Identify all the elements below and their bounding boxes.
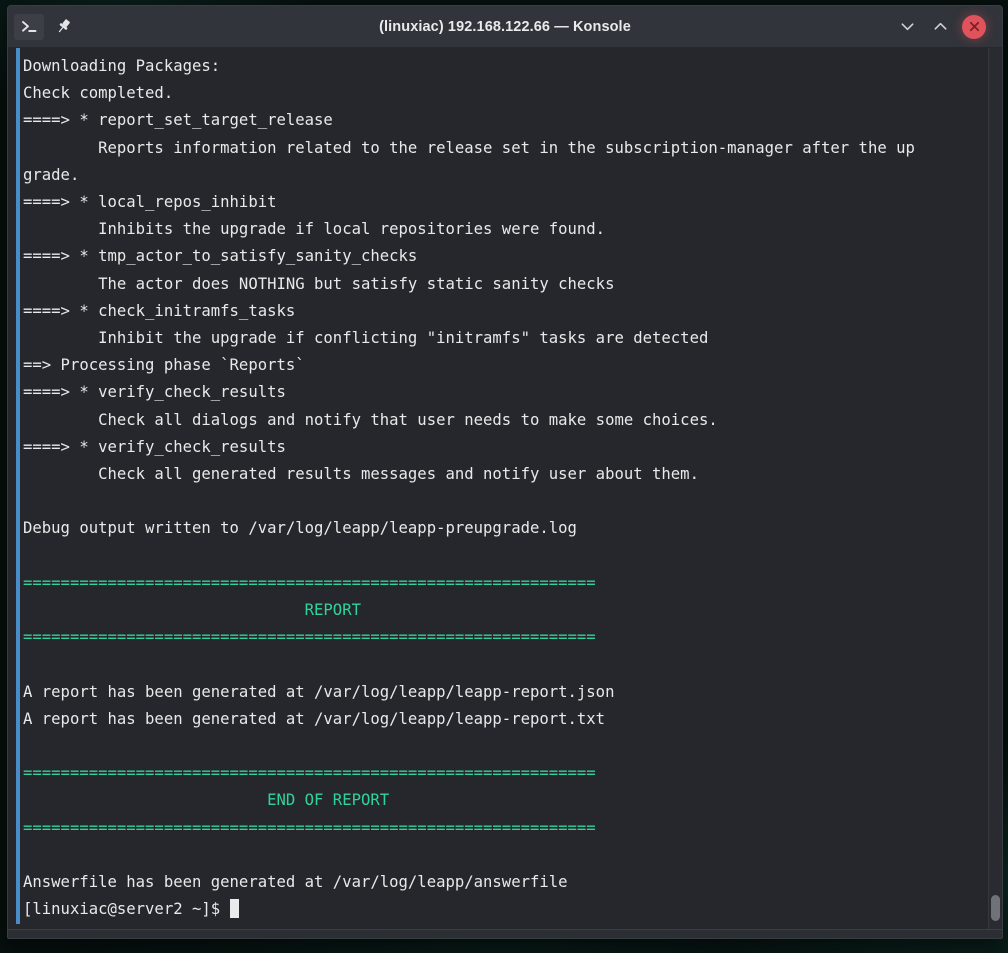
terminal-line: Inhibits the upgrade if local repositori… <box>23 220 606 239</box>
chevron-down-icon <box>901 23 913 31</box>
close-x-icon <box>969 21 979 32</box>
terminal-line: grade. <box>23 165 80 184</box>
terminal-line: ========================================… <box>23 818 596 837</box>
terminal-line: The actor does NOTHING but satisfy stati… <box>23 274 615 293</box>
terminal-line: ====> * check_initramfs_tasks <box>23 301 296 320</box>
terminal-prompt-icon[interactable] <box>14 13 44 40</box>
pin-glyph <box>58 19 70 33</box>
terminal-line: ====> * report_set_target_release <box>23 111 333 130</box>
desktop-background: (linuxiac) 192.168.122.66 — Konsole Down… <box>0 0 1008 953</box>
terminal-line: Check all generated results messages and… <box>23 465 699 484</box>
terminal-line: ========================================… <box>23 628 596 647</box>
terminal-line: ====> * tmp_actor_to_satisfy_sanity_chec… <box>23 247 418 266</box>
terminal-area[interactable]: Downloading Packages: Check completed. ===… <box>8 48 1002 929</box>
minimize-button[interactable] <box>896 16 918 38</box>
terminal-line: ========================================… <box>23 764 596 783</box>
maximize-button[interactable] <box>929 16 951 38</box>
terminal-line: ==> Processing phase `Reports` <box>23 356 305 375</box>
terminal-line: ====> * verify_check_results <box>23 383 286 402</box>
terminal-line: END OF REPORT <box>23 791 390 810</box>
terminal-line: A report has been generated at /var/log/… <box>23 682 615 701</box>
pin-icon[interactable] <box>48 14 78 40</box>
terminal-line: ====> * verify_check_results <box>23 437 286 456</box>
titlebar-left-icons <box>14 13 78 40</box>
terminal-line: Answerfile has been generated at /var/lo… <box>23 873 568 892</box>
terminal-output[interactable]: Downloading Packages: Check completed. ===… <box>8 48 988 929</box>
terminal-line: A report has been generated at /var/log/… <box>23 709 606 728</box>
terminal-scrollbar[interactable] <box>988 48 1002 929</box>
scrollbar-thumb[interactable] <box>991 895 1000 921</box>
terminal-line: ====> * local_repos_inhibit <box>23 193 277 212</box>
window-bottom-edge <box>8 929 1002 938</box>
konsole-window: (linuxiac) 192.168.122.66 — Konsole Down… <box>7 5 1003 939</box>
shell-prompt-line: [linuxiac@server2 ~]$ <box>23 896 988 923</box>
terminal-line: REPORT <box>23 601 361 620</box>
window-titlebar[interactable]: (linuxiac) 192.168.122.66 — Konsole <box>8 6 1002 48</box>
terminal-line: ========================================… <box>23 573 596 592</box>
terminal-left-accent-bar <box>16 48 20 924</box>
shell-prompt: [linuxiac@server2 ~]$ <box>23 900 230 919</box>
terminal-line: Debug output written to /var/log/leapp/l… <box>23 519 577 538</box>
terminal-line: Downloading Packages: <box>23 57 221 75</box>
terminal-line: Check all dialogs and notify that user n… <box>23 410 718 429</box>
terminal-line: Reports information related to the relea… <box>23 138 915 157</box>
chevron-up-icon <box>934 22 946 30</box>
terminal-prompt-glyph <box>21 21 36 32</box>
window-controls <box>896 14 996 39</box>
terminal-line: Inhibit the upgrade if conflicting "init… <box>23 329 709 348</box>
close-button[interactable] <box>962 14 986 39</box>
window-title: (linuxiac) 192.168.122.66 — Konsole <box>379 18 631 35</box>
text-cursor <box>229 899 239 919</box>
terminal-line: Check completed. <box>23 84 174 103</box>
